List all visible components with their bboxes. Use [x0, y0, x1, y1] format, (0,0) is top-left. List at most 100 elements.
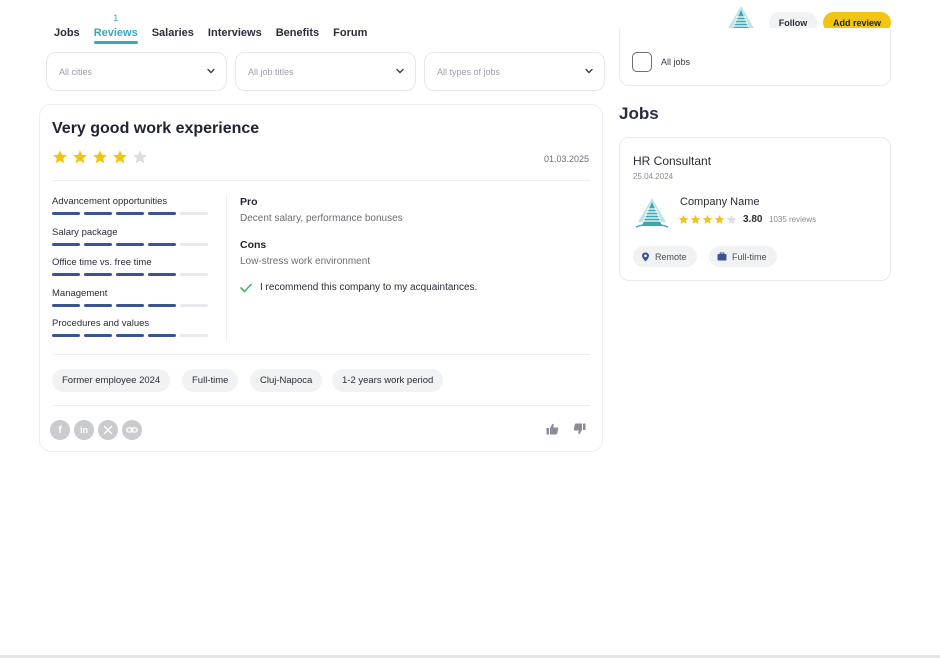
rating-bar: [52, 212, 208, 215]
nav-tab-label: Interviews: [207, 27, 262, 39]
rating-bar: [52, 242, 208, 246]
nav-tab-label: Jobs: [54, 27, 80, 39]
thumbs-up-icon[interactable]: [546, 423, 559, 435]
pro-text: Decent salary, performance bonuses: [240, 213, 403, 224]
thumbs-down-icon[interactable]: [573, 423, 586, 435]
job-title-filter-value: All job titles: [248, 66, 294, 77]
rating-segment-filled: [84, 303, 112, 307]
divider: [52, 405, 590, 406]
review-star-rating: [52, 149, 148, 165]
recommendation: I recommend this company to my acquainta…: [240, 282, 477, 293]
nav-tab-jobs[interactable]: Jobs: [54, 12, 80, 46]
rating-segment-filled: [148, 242, 176, 246]
top-nav: Jobs 1 Reviews Salaries Interviews Benef…: [54, 12, 381, 46]
rating-segment-filled: [84, 242, 112, 246]
rating-segment-empty: [180, 273, 208, 276]
rating-row: Procedures and values: [52, 318, 212, 349]
rating-label: Management: [52, 287, 108, 299]
company-star-rating: [678, 214, 737, 225]
star-filled-icon: [678, 214, 689, 224]
pro-label: Pro: [240, 196, 258, 208]
location-pin-icon: [642, 252, 649, 261]
facebook-icon[interactable]: f: [50, 420, 70, 440]
rating-segment-filled: [84, 273, 112, 276]
feedback-buttons: [546, 423, 586, 435]
nav-tab-benefits[interactable]: Benefits: [276, 12, 319, 46]
rating-label: Office time vs. free time: [52, 257, 152, 268]
rating-segment-filled: [52, 242, 80, 246]
review-tag: Former employee 2024: [52, 369, 171, 392]
rating-segment-filled: [148, 212, 176, 215]
rating-label: Salary package: [52, 226, 118, 238]
job-title[interactable]: HR Consultant: [633, 154, 711, 168]
rating-segment-filled: [52, 334, 80, 337]
star-filled-icon: [53, 150, 67, 164]
company-review-count: 1035 reviews: [769, 215, 817, 224]
reviews-count: 1: [113, 13, 119, 23]
rating-row: Office time vs. free time: [52, 257, 212, 288]
nav-tab-reviews[interactable]: 1 Reviews: [93, 12, 138, 46]
job-type-filter-select[interactable]: All types of jobs: [424, 52, 605, 91]
job-filter-card: All jobs: [619, 28, 891, 86]
divider: [52, 354, 590, 355]
nav-tab-label: Salaries: [151, 27, 194, 39]
vertical-divider: [226, 194, 227, 342]
rating-segment-filled: [148, 334, 176, 337]
x-icon[interactable]: [98, 420, 118, 440]
chevron-down-icon: [207, 68, 215, 74]
nav-tab-label: Benefits: [275, 27, 320, 39]
star-empty-icon: [726, 214, 737, 224]
job-chip-remote: Remote: [633, 246, 697, 267]
rating-segment-filled: [116, 212, 144, 215]
all-jobs-checkbox[interactable]: [632, 52, 652, 72]
star-filled-icon: [690, 214, 701, 224]
rating-segment-empty: [180, 212, 208, 215]
star-filled-icon: [73, 150, 87, 164]
job-title-filter-select[interactable]: All job titles: [235, 52, 416, 91]
nav-tab-forum[interactable]: Forum: [333, 12, 367, 46]
rating-bar: [52, 303, 208, 307]
cons-text: Low-stress work environment: [240, 256, 371, 267]
cons-label: Cons: [240, 239, 267, 251]
rating-segment-empty: [180, 242, 208, 246]
nav-tab-salaries[interactable]: Salaries: [152, 12, 194, 46]
rating-segment-filled: [52, 212, 80, 215]
review-tag: Cluj-Napoca: [250, 369, 323, 392]
job-chip-full-time: Full-time: [709, 246, 777, 267]
category-ratings: Advancement opportunities Salary package…: [52, 196, 212, 349]
company-name[interactable]: Company Name: [680, 196, 759, 208]
linkedin-icon[interactable]: in: [74, 420, 94, 440]
rating-bar: [52, 334, 208, 337]
job-chip-label: Remote: [655, 251, 687, 262]
rating-segment-filled: [52, 303, 80, 307]
rating-segment-filled: [116, 334, 144, 337]
all-jobs-label: All jobs: [661, 57, 691, 67]
rating-segment-filled: [84, 212, 112, 215]
star-filled-icon: [113, 150, 127, 164]
jobs-heading: Jobs: [619, 104, 659, 123]
rating-segment-filled: [52, 273, 80, 276]
briefcase-icon: [717, 252, 727, 261]
rating-segment-filled: [84, 334, 112, 337]
nav-tab-label: Forum: [333, 27, 368, 39]
nav-tab-label: Reviews: [93, 27, 138, 39]
rating-segment-filled: [116, 242, 144, 246]
job-card[interactable]: HR Consultant 25.04.2024 Company Name 3.…: [619, 137, 891, 281]
star-filled-icon: [93, 150, 107, 164]
rating-row: Management: [52, 288, 212, 319]
chevron-down-icon: [396, 68, 404, 74]
copy-link-icon[interactable]: [122, 420, 142, 440]
rating-label: Advancement opportunities: [52, 196, 168, 207]
rating-segment-filled: [148, 303, 176, 307]
rating-segment-empty: [180, 334, 208, 337]
star-filled-icon: [714, 214, 725, 224]
city-filter-select[interactable]: All cities: [46, 52, 227, 91]
nav-tab-interviews[interactable]: Interviews: [208, 12, 262, 46]
rating-segment-filled: [116, 273, 144, 276]
job-type-filter-value: All types of jobs: [437, 66, 501, 77]
job-date: 25.04.2024: [633, 172, 674, 181]
review-tag: 1-2 years work period: [332, 369, 444, 392]
star-empty-icon: [133, 150, 147, 164]
rating-row: Advancement opportunities: [52, 196, 212, 227]
city-filter-value: All cities: [59, 66, 93, 77]
